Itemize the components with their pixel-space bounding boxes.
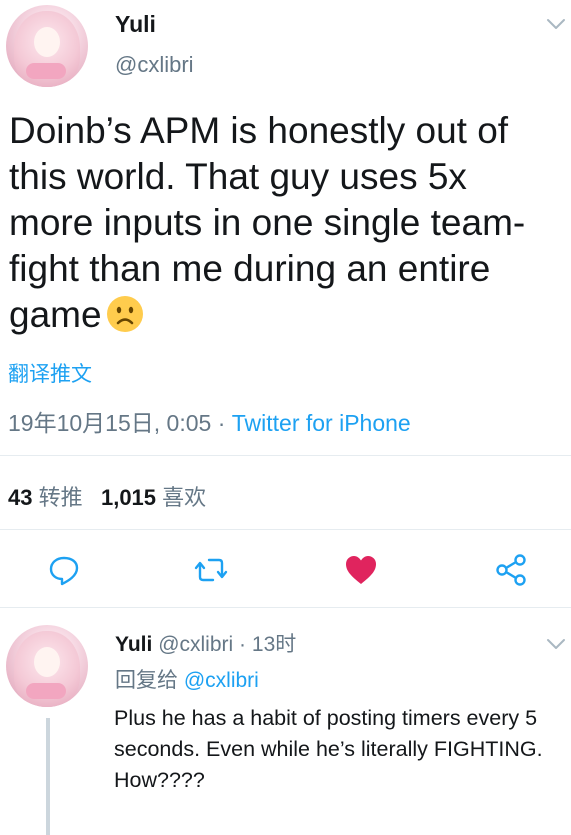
- retweet-icon[interactable]: [193, 552, 229, 588]
- likes-label: 喜欢: [162, 485, 207, 510]
- chevron-down-icon[interactable]: [544, 632, 568, 656]
- tweet-meta: 19年10月15日, 0:05 · Twitter for iPhone: [8, 404, 411, 438]
- reply-time[interactable]: 13时: [252, 633, 296, 656]
- tweet-stats: 43 转推 1,015 喜欢: [8, 480, 206, 512]
- replying-to-handle[interactable]: @cxlibri: [184, 669, 259, 692]
- translate-tweet-link[interactable]: 翻译推文: [8, 358, 92, 388]
- author-avatar[interactable]: [6, 5, 88, 87]
- retweets-count: 43: [8, 485, 33, 510]
- heart-icon[interactable]: [343, 552, 379, 588]
- reply-icon[interactable]: [46, 552, 82, 588]
- frowning-face-emoji: [106, 296, 143, 332]
- divider: [0, 455, 571, 456]
- meta-separator: ·: [217, 410, 226, 436]
- replying-to: 回复给 @cxlibri: [115, 664, 259, 694]
- author-handle[interactable]: @cxlibri: [115, 52, 194, 78]
- tweet-body: Doinb’s APM is honestly out of this worl…: [9, 108, 559, 338]
- reply-header: Yuli @cxlibri · 13时: [115, 628, 296, 658]
- likes-stat[interactable]: 1,015 喜欢: [101, 485, 206, 510]
- chevron-down-icon[interactable]: [544, 12, 568, 36]
- tweet-text: Doinb’s APM is honestly out of this worl…: [9, 110, 526, 335]
- tweet-source-link[interactable]: Twitter for iPhone: [232, 410, 411, 436]
- reply-separator: ·: [239, 633, 247, 656]
- reply-author-avatar[interactable]: [6, 625, 88, 707]
- thread-connector-line: [46, 718, 50, 835]
- share-icon[interactable]: [493, 552, 529, 588]
- reply-author-handle[interactable]: @cxlibri: [158, 633, 233, 656]
- reply-author-name[interactable]: Yuli: [115, 633, 152, 656]
- retweets-stat[interactable]: 43 转推: [8, 485, 83, 510]
- likes-count: 1,015: [100, 485, 157, 510]
- author-display-name[interactable]: Yuli: [115, 11, 156, 38]
- avatar-bow: [26, 63, 66, 79]
- tweet-timestamp[interactable]: 19年10月15日, 0:05: [8, 410, 211, 436]
- divider: [0, 607, 571, 608]
- reply-text: Plus he has a habit of posting timers ev…: [114, 706, 543, 792]
- avatar-bow: [26, 683, 66, 699]
- divider: [0, 529, 571, 530]
- retweets-label: 转推: [38, 485, 83, 510]
- replying-to-label: 回复给: [115, 669, 178, 692]
- avatar-face: [34, 647, 60, 677]
- avatar-face: [34, 27, 60, 57]
